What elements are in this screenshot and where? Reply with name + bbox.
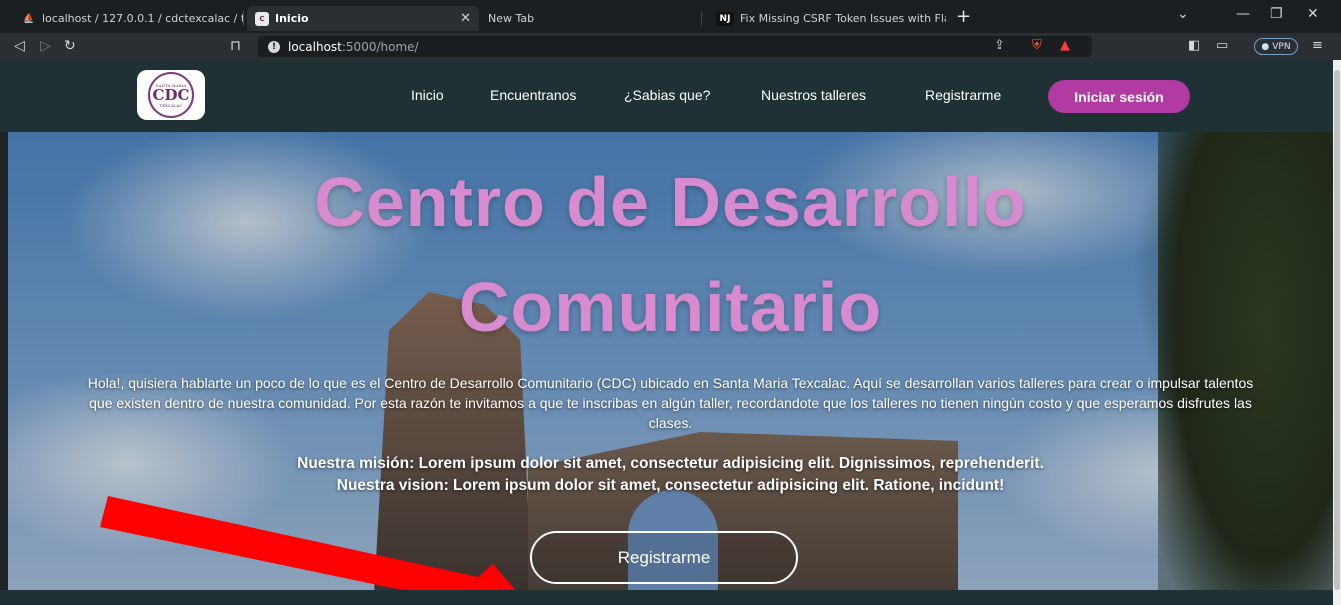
reload-icon[interactable]: ↻: [64, 38, 76, 54]
browser-tab-bar: ⛵ localhost / 127.0.0.1 / cdctexcalac / …: [0, 0, 1341, 33]
sidebar-icon[interactable]: ◧: [1188, 38, 1200, 53]
tab-title: New Tab: [488, 12, 535, 25]
site-navbar: SANTA MARIA CDC TEXCALAC Inicio Encuentr…: [0, 60, 1333, 132]
site-favicon: C: [255, 11, 269, 26]
tab-title: Fix Missing CSRF Token Issues with Fla: [740, 12, 946, 25]
tab-new-tab[interactable]: New Tab: [480, 6, 702, 31]
new-tab-icon[interactable]: +: [956, 6, 971, 28]
url-host: localhost: [288, 39, 342, 54]
nav-encuentranos[interactable]: Encuentranos: [490, 87, 576, 103]
register-button[interactable]: Registrarme: [530, 531, 798, 584]
login-button[interactable]: Iniciar sesión: [1048, 80, 1190, 113]
restore-icon[interactable]: ❐: [1270, 6, 1283, 22]
forward-icon[interactable]: ▷: [40, 38, 51, 54]
nav-sabias-que[interactable]: ¿Sabias que?: [624, 87, 710, 103]
tab-inicio[interactable]: C Inicio ✕: [247, 6, 479, 31]
wallet-icon[interactable]: ▭: [1216, 38, 1228, 53]
tab-separator: [243, 11, 244, 26]
back-icon[interactable]: ◁: [14, 38, 25, 54]
site-info-icon[interactable]: !: [268, 40, 280, 53]
page-scrollbar[interactable]: [1333, 60, 1341, 605]
nav-inicio[interactable]: Inicio: [411, 87, 444, 103]
url-field[interactable]: ! localhost:5000/home/: [258, 36, 1092, 57]
close-window-icon[interactable]: ✕: [1307, 6, 1319, 22]
minimize-icon[interactable]: —: [1236, 6, 1250, 22]
tab-csrf-article[interactable]: NJ Fix Missing CSRF Token Issues with Fl…: [708, 6, 946, 31]
tab-title: localhost / 127.0.0.1 / cdctexcalac / to: [42, 12, 244, 25]
logo-side-text: TEXCALAC: [159, 102, 183, 108]
annotation-arrow: [100, 496, 529, 605]
brave-shields-icon[interactable]: ⛨: [1032, 38, 1042, 53]
annotation-arrow-shape: [100, 496, 529, 605]
tab-separator: [701, 11, 702, 26]
menu-icon[interactable]: ≡: [1312, 38, 1323, 53]
web-page: SANTA MARIA CDC TEXCALAC Inicio Encuentr…: [0, 60, 1341, 605]
share-icon[interactable]: ⇪: [994, 38, 1005, 53]
close-tab-icon[interactable]: ✕: [460, 11, 471, 26]
phpmyadmin-icon: ⛵: [23, 13, 35, 24]
cdc-logo[interactable]: SANTA MARIA CDC TEXCALAC: [137, 70, 205, 120]
hero-section: Centro de Desarrollo Comunitario Hola!, …: [8, 132, 1333, 605]
scrollbar-thumb[interactable]: [1334, 70, 1340, 590]
tab-list-chevron-icon[interactable]: ⌄: [1177, 6, 1189, 22]
nav-registrarme[interactable]: Registrarme: [925, 87, 1001, 103]
vpn-label: VPN: [1272, 41, 1291, 52]
nav-nuestros-talleres[interactable]: Nuestros talleres: [761, 87, 866, 103]
logo-seal: SANTA MARIA CDC TEXCALAC: [148, 72, 194, 118]
nj-favicon: NJ: [716, 11, 734, 26]
page-bottom-strip: [0, 590, 1333, 605]
tab-phpmyadmin[interactable]: ⛵ localhost / 127.0.0.1 / cdctexcalac / …: [14, 6, 244, 31]
vpn-dot-icon: ●: [1261, 41, 1270, 52]
address-toolbar: ◁ ▷ ↻ ⊓ ! localhost:5000/home/ ⇪ ⛨ ▲ ◧ ▭: [0, 33, 1341, 60]
bookmark-icon[interactable]: ⊓: [230, 38, 241, 54]
brave-rewards-icon[interactable]: ▲: [1060, 38, 1070, 53]
vpn-button[interactable]: ● VPN: [1254, 38, 1298, 55]
tab-title: Inicio: [275, 12, 309, 25]
url-path: :5000/home/: [341, 39, 419, 54]
logo-text: CDC: [152, 85, 190, 104]
